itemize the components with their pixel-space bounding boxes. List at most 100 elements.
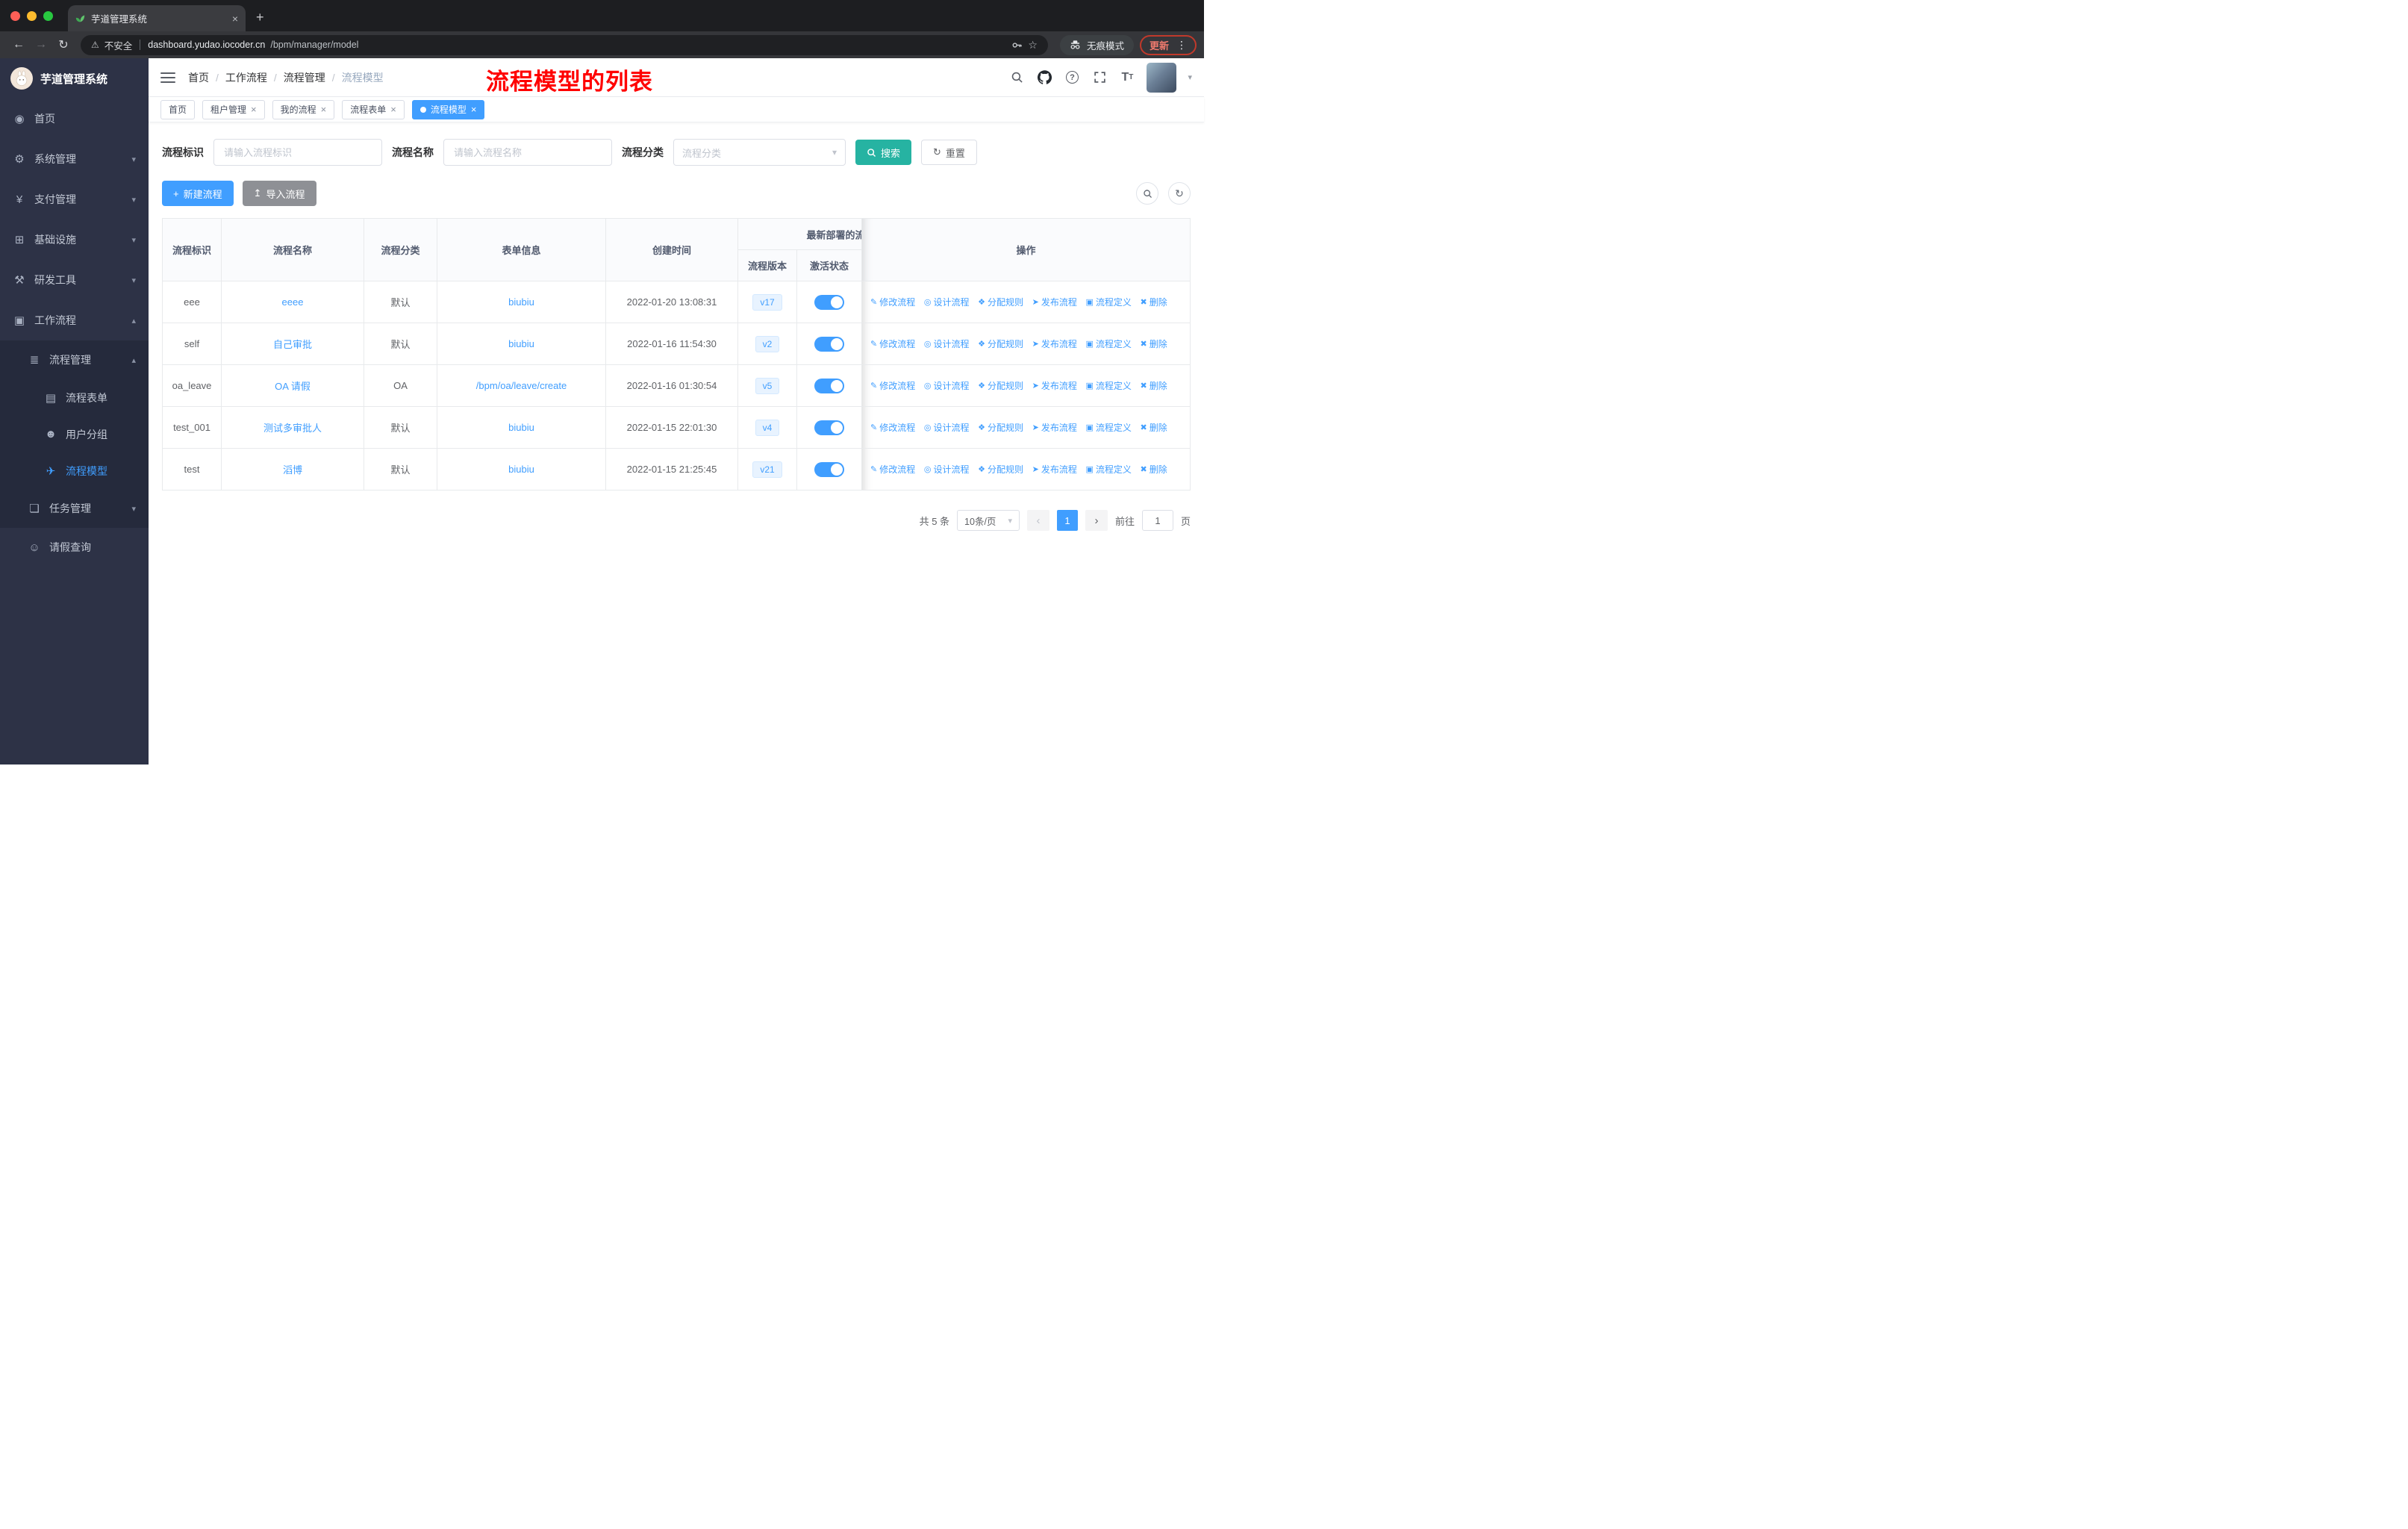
row-action-link[interactable]: ✎ 修改流程 — [870, 296, 915, 308]
forward-icon[interactable]: → — [30, 38, 52, 52]
form-info-link[interactable]: biubiu — [508, 422, 534, 433]
sidebar-item-workflow[interactable]: ▣ 工作流程 ▴ — [0, 300, 149, 340]
row-action-link[interactable]: ◎ 设计流程 — [924, 421, 970, 434]
row-action-link[interactable]: ✖ 删除 — [1141, 337, 1167, 350]
row-action-link[interactable]: ✎ 修改流程 — [870, 337, 915, 350]
refresh-button[interactable]: ↻ — [1168, 182, 1191, 205]
row-action-link[interactable]: ➤ 发布流程 — [1032, 337, 1077, 350]
github-icon[interactable] — [1036, 69, 1052, 86]
browser-update-button[interactable]: 更新 ⋮ — [1139, 34, 1197, 55]
user-avatar[interactable] — [1147, 62, 1177, 93]
bookmark-star-icon[interactable]: ☆ — [1028, 39, 1038, 52]
row-action-link[interactable]: ✎ 修改流程 — [870, 379, 915, 392]
update-label[interactable]: 更新 — [1150, 38, 1169, 52]
form-info-link[interactable]: /bpm/oa/leave/create — [476, 380, 567, 391]
password-key-icon[interactable] — [1011, 40, 1023, 51]
sidebar-item-task-management[interactable]: ❏ 任务管理 ▾ — [0, 489, 149, 528]
row-action-link[interactable]: ▣ 流程定义 — [1085, 463, 1131, 476]
security-label[interactable]: 不安全 — [105, 38, 133, 52]
search-button[interactable]: 搜索 — [855, 140, 912, 165]
sidebar-toggle-icon[interactable] — [160, 72, 175, 84]
row-action-link[interactable]: ◎ 设计流程 — [924, 337, 970, 350]
url-bar[interactable]: ⚠ 不安全 dashboard.yudao.iocoder.cn /bpm/ma… — [81, 34, 1048, 55]
row-action-link[interactable]: ❖ 分配规则 — [978, 296, 1023, 308]
search-icon[interactable] — [1008, 69, 1025, 86]
process-name-link[interactable]: OA 请假 — [275, 381, 311, 392]
breadcrumb-process-management[interactable]: 流程管理 — [284, 70, 325, 85]
row-action-link[interactable]: ✎ 修改流程 — [870, 421, 915, 434]
row-action-link[interactable]: ❖ 分配规则 — [978, 337, 1023, 350]
row-action-link[interactable]: ❖ 分配规则 — [978, 421, 1023, 434]
sidebar-item-process-model[interactable]: ✈ 流程模型 — [0, 452, 149, 489]
close-icon[interactable]: × — [321, 104, 327, 115]
form-info-link[interactable]: biubiu — [508, 296, 534, 308]
tag-home[interactable]: 首页 — [160, 99, 196, 119]
row-action-link[interactable]: ❖ 分配规则 — [978, 463, 1023, 476]
close-window-button[interactable] — [10, 10, 20, 21]
row-action-link[interactable]: ➤ 发布流程 — [1032, 421, 1077, 434]
active-toggle[interactable] — [814, 461, 844, 477]
sidebar-item-process-form[interactable]: ▤ 流程表单 — [0, 379, 149, 416]
next-page-button[interactable]: › — [1085, 510, 1108, 531]
reset-button[interactable]: ↻ 重置 — [921, 140, 977, 165]
sidebar-item-leave-query[interactable]: ☺ 请假查询 — [0, 528, 149, 567]
tag-process-form[interactable]: 流程表单 × — [342, 99, 405, 119]
tag-process-model[interactable]: 流程模型 × — [411, 99, 485, 119]
row-action-link[interactable]: ✖ 删除 — [1141, 421, 1167, 434]
back-icon[interactable]: ← — [7, 38, 30, 52]
toggle-search-button[interactable] — [1136, 182, 1158, 205]
active-toggle[interactable] — [814, 294, 844, 310]
sidebar-item-infrastructure[interactable]: ⊞ 基础设施 ▾ — [0, 219, 149, 260]
row-action-link[interactable]: ✖ 删除 — [1141, 463, 1167, 476]
maximize-window-button[interactable] — [43, 10, 53, 21]
active-toggle[interactable] — [814, 420, 844, 435]
row-action-link[interactable]: ➤ 发布流程 — [1032, 379, 1077, 392]
process-name-link[interactable]: 自己审批 — [273, 339, 312, 350]
avatar-caret-icon[interactable]: ▾ — [1188, 72, 1192, 82]
create-process-button[interactable]: + 新建流程 — [162, 181, 234, 206]
form-info-link[interactable]: biubiu — [508, 464, 534, 475]
breadcrumb-home[interactable]: 首页 — [188, 70, 209, 85]
breadcrumb-workflow[interactable]: 工作流程 — [225, 70, 267, 85]
fullscreen-icon[interactable] — [1091, 69, 1108, 86]
sidebar-item-system[interactable]: ⚙ 系统管理 ▾ — [0, 139, 149, 179]
page-button-1[interactable]: 1 — [1056, 510, 1078, 531]
import-process-button[interactable]: ↥ 导入流程 — [242, 181, 316, 206]
row-action-link[interactable]: ➤ 发布流程 — [1032, 296, 1077, 308]
process-name-link[interactable]: 测试多审批人 — [263, 423, 322, 434]
font-size-icon[interactable]: TT — [1119, 69, 1135, 86]
row-action-link[interactable]: ▣ 流程定义 — [1085, 421, 1131, 434]
new-tab-button[interactable]: + — [256, 10, 264, 31]
row-action-link[interactable]: ✎ 修改流程 — [870, 463, 915, 476]
row-action-link[interactable]: ◎ 设计流程 — [924, 296, 970, 308]
help-icon[interactable]: ? — [1064, 69, 1080, 86]
close-icon[interactable]: × — [390, 104, 396, 115]
page-size-select[interactable]: 10条/页 ▾ — [957, 510, 1020, 531]
prev-page-button[interactable]: ‹ — [1026, 510, 1049, 531]
close-icon[interactable]: × — [251, 104, 257, 115]
sidebar-item-user-group[interactable]: ☻ 用户分组 — [0, 416, 149, 452]
minimize-window-button[interactable] — [27, 10, 37, 21]
sidebar-item-home[interactable]: ◉ 首页 — [0, 99, 149, 139]
goto-page-input[interactable] — [1141, 510, 1173, 531]
row-action-link[interactable]: ◎ 设计流程 — [924, 379, 970, 392]
tab-close-icon[interactable]: × — [232, 13, 238, 25]
process-name-link[interactable]: eeee — [282, 296, 304, 308]
sidebar-item-devtools[interactable]: ⚒ 研发工具 ▾ — [0, 260, 149, 300]
row-action-link[interactable]: ✖ 删除 — [1141, 379, 1167, 392]
active-toggle[interactable] — [814, 378, 844, 393]
row-action-link[interactable]: ◎ 设计流程 — [924, 463, 970, 476]
category-select[interactable]: 流程分类 ▾ — [673, 139, 846, 166]
process-name-link[interactable]: 滔博 — [283, 464, 302, 476]
row-action-link[interactable]: ▣ 流程定义 — [1085, 337, 1131, 350]
process-id-input[interactable] — [213, 139, 382, 166]
row-action-link[interactable]: ❖ 分配规则 — [978, 379, 1023, 392]
sidebar-item-payment[interactable]: ¥ 支付管理 ▾ — [0, 179, 149, 219]
tag-tenant-management[interactable]: 租户管理 × — [202, 99, 265, 119]
browser-menu-icon[interactable]: ⋮ — [1176, 39, 1187, 52]
browser-tab[interactable]: 芋道管理系统 × — [68, 5, 246, 31]
form-info-link[interactable]: biubiu — [508, 338, 534, 349]
row-action-link[interactable]: ✖ 删除 — [1141, 296, 1167, 308]
process-name-input[interactable] — [443, 139, 612, 166]
row-action-link[interactable]: ➤ 发布流程 — [1032, 463, 1077, 476]
